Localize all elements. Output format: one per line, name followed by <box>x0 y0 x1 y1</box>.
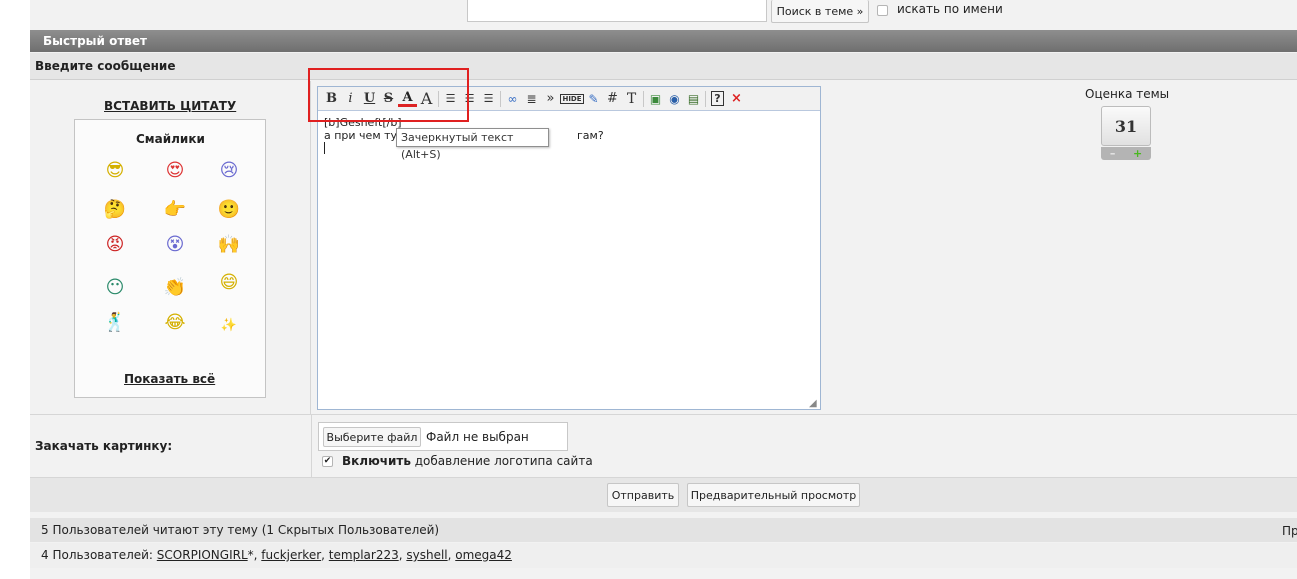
logo-option-label: Включить добавление логотипа сайта <box>342 454 593 468</box>
search-by-name-checkbox[interactable] <box>877 5 888 16</box>
user-link[interactable]: SCORPIONGIRL <box>157 548 248 562</box>
toolbar-separator <box>643 90 644 107</box>
no-file-chosen-text: Файл не выбран <box>426 430 529 444</box>
text-cursor <box>324 142 325 154</box>
thinking-smiley-icon[interactable]: 🤔 <box>104 199 126 221</box>
list-icon[interactable]: ≣ <box>522 89 541 109</box>
search-by-name-label: искать по имени <box>897 2 1003 16</box>
help-label: ? <box>711 91 724 106</box>
message-textarea[interactable]: [b]Gesheft[/b] а при чем ту гам? <box>319 112 819 408</box>
strikethrough-tooltip: Зачеркнутый текст (Alt+S) <box>396 128 549 161</box>
user-hidden-marker: * <box>247 548 254 562</box>
user-link[interactable]: omega42 <box>455 548 512 562</box>
flash-icon[interactable]: ◉ <box>665 89 684 109</box>
preview-button[interactable]: Предварительный просмотр <box>687 483 860 507</box>
cheering-smiley-icon[interactable]: 🙌 <box>218 234 240 256</box>
topic-readers-list: 4 Пользователей: SCORPIONGIRL*, fuckjerk… <box>30 543 1297 568</box>
upload-image-label: Закачать картинку: <box>35 439 173 453</box>
star-smiley-icon[interactable]: ✨ <box>218 314 240 336</box>
teal-smiley-icon[interactable]: 😶 <box>104 277 126 299</box>
close-button[interactable]: × <box>727 89 746 109</box>
search-in-topic-input[interactable] <box>467 0 767 22</box>
page-margin <box>0 0 30 579</box>
right-truncated-text: Пр <box>1282 524 1297 538</box>
editor-line-2-end: гам? <box>577 129 604 142</box>
crying-smiley-icon[interactable]: 😢 <box>218 160 240 182</box>
choose-file-button[interactable]: Выберите файл <box>323 427 421 447</box>
logo-option-rest: добавление логотипа сайта <box>410 454 593 468</box>
highlight-annotation <box>308 68 469 122</box>
shooting-smiley-icon[interactable]: 😡 <box>104 234 126 256</box>
rating-controls: – + <box>1101 147 1151 160</box>
topic-rating-label: Оценка темы <box>1085 87 1170 101</box>
topic-rating-value: 31 <box>1101 106 1151 146</box>
laughing-smiley-icon[interactable]: 😂 <box>164 312 186 334</box>
user-link[interactable]: templar223 <box>329 548 399 562</box>
user-link[interactable]: syshell <box>406 548 447 562</box>
readers-prefix: 4 Пользователей: <box>41 548 157 562</box>
font-button[interactable]: T <box>622 89 641 109</box>
user-link[interactable]: fuckjerker <box>261 548 321 562</box>
clapping-smiley-icon[interactable]: 👏 <box>164 277 186 299</box>
rating-plus-button[interactable]: + <box>1133 147 1142 160</box>
smilies-title: Смайлики <box>136 132 205 146</box>
column-divider <box>311 415 312 477</box>
dancing-smiley-icon[interactable]: 🕺 <box>104 312 126 334</box>
topic-readers-summary: 5 Пользователей читают эту тему (1 Скрыт… <box>30 518 1297 542</box>
logo-checkbox[interactable]: ✔ <box>322 456 333 467</box>
hide-label: HIDE <box>560 93 584 104</box>
editor-line-2-start: а при чем ту <box>324 129 398 142</box>
hash-button[interactable]: # <box>603 89 622 109</box>
pointing-smiley-icon[interactable]: 👉 <box>164 199 186 221</box>
help-button[interactable]: ? <box>708 89 727 109</box>
send-button[interactable]: Отправить <box>607 483 679 507</box>
resize-handle-icon[interactable]: ◢ <box>809 398 817 409</box>
toolbar-separator <box>500 90 501 107</box>
dizzy-smiley-icon[interactable]: 😵 <box>164 234 186 256</box>
video-icon[interactable]: ▤ <box>684 89 703 109</box>
search-in-topic-button[interactable]: Поиск в теме » <box>771 0 869 23</box>
upload-row <box>30 415 1297 477</box>
love-smiley-icon[interactable]: 😍 <box>164 160 186 182</box>
rating-minus-button[interactable]: – <box>1110 147 1116 160</box>
image-icon[interactable]: ▣ <box>646 89 665 109</box>
logo-option-bold: Включить <box>342 454 411 468</box>
show-all-smilies-link[interactable]: Показать всё <box>124 372 215 386</box>
toolbar-separator <box>705 90 706 107</box>
enter-message-header: Введите сообщение <box>30 53 1297 80</box>
insert-quote-link[interactable]: ВСТАВИТЬ ЦИТАТУ <box>104 99 236 113</box>
quick-reply-header: Быстрый ответ <box>30 30 1297 52</box>
cheerleader-smiley-icon[interactable]: 😄 <box>218 272 240 294</box>
edit-icon[interactable]: ✎ <box>584 89 603 109</box>
align-right-icon[interactable]: ☰ <box>479 89 498 109</box>
link-icon[interactable]: ∞ <box>503 89 522 109</box>
cool-smiley-icon[interactable]: 😎 <box>104 160 126 182</box>
green-smiley-icon[interactable]: 🙂 <box>218 199 240 221</box>
quote-button[interactable]: » <box>541 89 560 109</box>
hide-button[interactable]: HIDE <box>560 89 584 109</box>
